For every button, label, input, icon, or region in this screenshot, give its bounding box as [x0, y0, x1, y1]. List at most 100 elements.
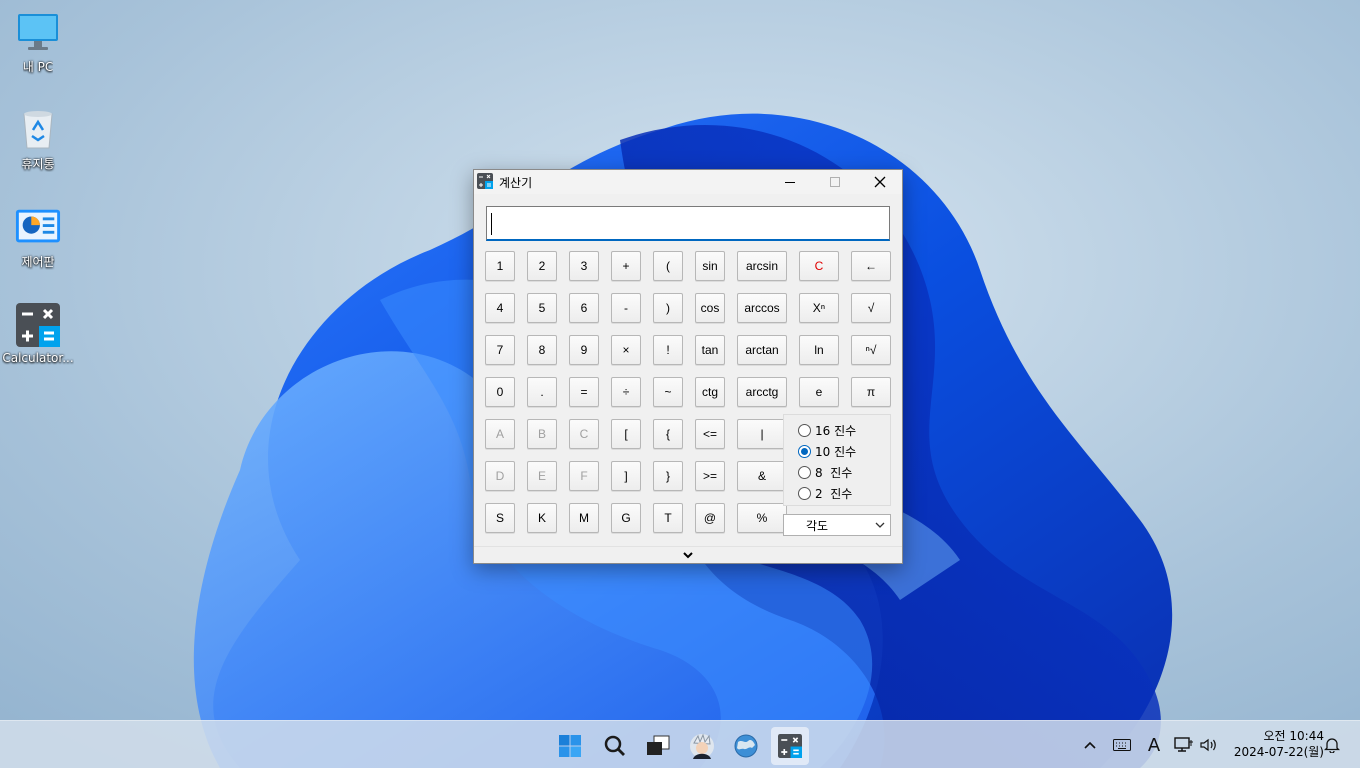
key-0-8[interactable]: ← — [851, 251, 891, 281]
desktop-icon-label: 내 PC — [22, 60, 54, 74]
key-0-3[interactable]: + — [611, 251, 641, 281]
taskbar-clock[interactable]: 오전 10:44 2024-07-22(월) — [1228, 728, 1324, 760]
key-4-5[interactable]: <= — [695, 419, 725, 449]
key-4-2[interactable]: C — [569, 419, 599, 449]
network-button[interactable] — [1172, 735, 1196, 755]
taskbar-browser[interactable] — [727, 727, 765, 765]
taskbar-calculator[interactable] — [771, 727, 809, 765]
key-5-3[interactable]: ] — [611, 461, 641, 491]
key-3-4[interactable]: ~ — [653, 377, 683, 407]
key-1-6[interactable]: arccos — [737, 293, 787, 323]
ime-icon[interactable]: A — [1142, 735, 1166, 756]
key-3-2[interactable]: = — [569, 377, 599, 407]
key-5-6[interactable]: & — [737, 461, 787, 491]
key-6-2[interactable]: M — [569, 503, 599, 533]
key-6-6[interactable]: % — [737, 503, 787, 533]
show-hidden-icons-button[interactable] — [1078, 735, 1102, 755]
key-2-1[interactable]: 8 — [527, 335, 557, 365]
desktop-icon-label: Calculator... — [2, 351, 74, 365]
expand-toggle[interactable] — [474, 546, 902, 562]
key-0-1[interactable]: 2 — [527, 251, 557, 281]
key-2-5[interactable]: tan — [695, 335, 725, 365]
radio-decimal[interactable]: 10 진수 — [798, 443, 856, 460]
recycle-bin-icon — [15, 107, 61, 151]
key-3-7[interactable]: e — [799, 377, 839, 407]
key-1-4[interactable]: ) — [653, 293, 683, 323]
key-0-5[interactable]: sin — [695, 251, 725, 281]
radio-octal[interactable]: 8 진수 — [798, 464, 852, 481]
radio-label: 16 진수 — [815, 424, 857, 438]
desktop-icon-recycle-bin[interactable]: 휴지통 — [2, 107, 74, 172]
key-6-5[interactable]: @ — [695, 503, 725, 533]
key-0-7[interactable]: C — [799, 251, 839, 281]
start-icon — [559, 735, 581, 757]
maximize-icon — [830, 177, 840, 187]
angle-unit-select[interactable]: 각도 — [783, 514, 891, 536]
key-1-1[interactable]: 5 — [527, 293, 557, 323]
key-2-2[interactable]: 9 — [569, 335, 599, 365]
taskbar-app-avatar[interactable] — [683, 727, 721, 765]
key-2-6[interactable]: arctan — [737, 335, 787, 365]
desktop-icon-my-pc[interactable]: 내 PC — [2, 10, 74, 75]
maximize-button[interactable] — [813, 170, 857, 194]
key-2-0[interactable]: 7 — [485, 335, 515, 365]
key-6-3[interactable]: G — [611, 503, 641, 533]
key-1-5[interactable]: cos — [695, 293, 725, 323]
calculator-app-icon — [477, 173, 493, 189]
key-0-0[interactable]: 1 — [485, 251, 515, 281]
minimize-button[interactable] — [768, 170, 812, 194]
desktop-icon-control-panel[interactable]: 제어판 — [2, 205, 74, 270]
key-3-0[interactable]: 0 — [485, 377, 515, 407]
notifications-button[interactable] — [1320, 735, 1344, 755]
search-button[interactable] — [596, 727, 634, 765]
key-1-3[interactable]: - — [611, 293, 641, 323]
key-5-1[interactable]: E — [527, 461, 557, 491]
key-1-0[interactable]: 4 — [485, 293, 515, 323]
key-1-7[interactable]: Xⁿ — [799, 293, 839, 323]
volume-button[interactable] — [1197, 735, 1221, 755]
taskbar: A 오전 10:44 2024-07-22(월) — [0, 720, 1360, 768]
radio-binary[interactable]: 2 진수 — [798, 485, 852, 502]
key-3-5[interactable]: ctg — [695, 377, 725, 407]
key-2-8[interactable]: ⁿ√ — [851, 335, 891, 365]
key-4-4[interactable]: { — [653, 419, 683, 449]
key-4-3[interactable]: [ — [611, 419, 641, 449]
key-4-1[interactable]: B — [527, 419, 557, 449]
calculator-display[interactable] — [486, 206, 890, 241]
key-6-0[interactable]: S — [485, 503, 515, 533]
close-button[interactable] — [858, 170, 902, 194]
key-1-2[interactable]: 6 — [569, 293, 599, 323]
desktop-icon-calculator[interactable]: Calculator... — [2, 303, 74, 365]
key-0-6[interactable]: arcsin — [737, 251, 787, 281]
key-5-5[interactable]: >= — [695, 461, 725, 491]
key-2-4[interactable]: ! — [653, 335, 683, 365]
key-3-1[interactable]: . — [527, 377, 557, 407]
calculator-icon — [778, 734, 802, 758]
task-view-button[interactable] — [639, 727, 677, 765]
network-icon — [1174, 737, 1193, 752]
key-0-2[interactable]: 3 — [569, 251, 599, 281]
text-caret — [491, 213, 492, 235]
key-5-2[interactable]: F — [569, 461, 599, 491]
app-avatar-icon — [690, 733, 714, 759]
key-2-7[interactable]: ln — [799, 335, 839, 365]
key-4-6[interactable]: | — [737, 419, 787, 449]
key-3-8[interactable]: π — [851, 377, 891, 407]
radio-dot — [798, 487, 811, 500]
key-1-8[interactable]: √ — [851, 293, 891, 323]
key-6-4[interactable]: T — [653, 503, 683, 533]
key-0-4[interactable]: ( — [653, 251, 683, 281]
minimize-icon — [785, 182, 795, 183]
start-button[interactable] — [551, 727, 589, 765]
key-6-1[interactable]: K — [527, 503, 557, 533]
radio-hex[interactable]: 16 진수 — [798, 422, 856, 439]
touch-keyboard-button[interactable] — [1110, 735, 1134, 755]
volume-icon — [1200, 738, 1216, 752]
key-5-0[interactable]: D — [485, 461, 515, 491]
key-3-6[interactable]: arcctg — [737, 377, 787, 407]
key-4-0[interactable]: A — [485, 419, 515, 449]
key-2-3[interactable]: × — [611, 335, 641, 365]
key-5-4[interactable]: } — [653, 461, 683, 491]
key-3-3[interactable]: ÷ — [611, 377, 641, 407]
title-bar[interactable]: 계산기 — [474, 170, 902, 194]
